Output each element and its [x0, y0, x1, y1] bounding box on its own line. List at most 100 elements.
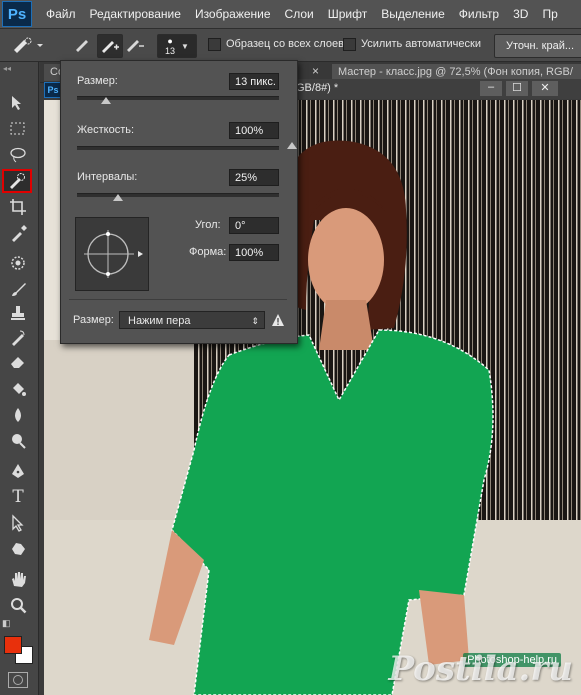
photoshop-logo: Ps [2, 1, 32, 27]
sample-all-layers-label: Образец со всех слоев [226, 38, 344, 50]
path-selection-icon [12, 514, 24, 532]
quick-mask-button[interactable] [8, 672, 28, 688]
pen-icon [12, 464, 24, 478]
history-brush-icon [12, 330, 25, 346]
menu-file[interactable]: Файл [46, 7, 76, 21]
marquee-tool[interactable] [4, 118, 32, 140]
menu-image[interactable]: Изображение [195, 7, 271, 21]
hardness-input[interactable]: 100% [229, 122, 279, 139]
hardness-slider-track[interactable] [77, 142, 297, 150]
brush-picker-panel: Размер: 13 пикс. Жесткость: 100% Интерва… [60, 60, 298, 344]
paint-bucket-tool[interactable] [4, 378, 32, 400]
brush-size-picker[interactable]: ● 13 ▼ [157, 34, 197, 58]
type-tool[interactable]: T [4, 486, 32, 508]
tool-preset-picker[interactable] [8, 34, 48, 56]
move-icon [12, 96, 21, 110]
brush-angle-dial[interactable] [75, 217, 149, 291]
hand-tool[interactable] [4, 568, 32, 590]
menu-filter[interactable]: Фильтр [459, 7, 499, 21]
spacing-slider-track[interactable] [77, 193, 279, 201]
shape-tool[interactable] [4, 538, 32, 560]
clone-stamp-tool[interactable] [4, 302, 32, 324]
paint-bucket-icon [13, 383, 26, 396]
menu-layers[interactable]: Слои [285, 7, 314, 21]
document-window-titlebar: GB/8#) * – ☐ ✕ [290, 79, 581, 99]
menu-select[interactable]: Выделение [381, 7, 445, 21]
hardness-label: Жесткость: [77, 124, 135, 136]
eraser-icon [11, 357, 24, 368]
size-label: Размер: [77, 75, 118, 87]
auto-enhance-checkbox[interactable] [343, 38, 356, 51]
type-icon: T [12, 487, 24, 507]
roundness-label: Форма: [189, 246, 227, 258]
zoom-icon [11, 598, 27, 614]
eyedropper-tool[interactable] [4, 222, 32, 244]
pen-pressure-select[interactable]: Нажим пера ⇕ [119, 311, 265, 329]
menu-edit[interactable]: Редактирование [90, 7, 181, 21]
chevron-down-icon: ▼ [181, 41, 189, 51]
close-window-button[interactable]: ✕ [532, 81, 558, 96]
menu-bar: Ps Файл Редактирование Изображение Слои … [0, 0, 581, 29]
spacing-label: Интервалы: [77, 171, 138, 183]
foreground-color-swatch[interactable] [4, 636, 22, 654]
hardness-slider-thumb[interactable] [287, 142, 297, 149]
quick-selection-tool[interactable] [2, 169, 32, 193]
panel-divider [69, 299, 287, 300]
history-brush-tool[interactable] [4, 326, 32, 348]
maximize-button[interactable]: ☐ [506, 81, 528, 96]
brush-size-preview: ● 13 [165, 36, 175, 56]
watermark-postila: Postila.ru [388, 649, 573, 689]
move-tool[interactable] [4, 92, 32, 114]
roundness-input[interactable]: 100% [229, 244, 279, 261]
spacing-input[interactable]: 25% [229, 169, 279, 186]
lasso-tool[interactable] [4, 144, 32, 166]
size-slider-track[interactable] [77, 96, 279, 104]
quick-selection-icon [10, 173, 25, 189]
brush-subtract-icon [127, 40, 144, 52]
brush-size-number: 13 [165, 46, 176, 56]
blur-drop-icon [15, 408, 21, 422]
warning-icon [272, 314, 284, 326]
size-slider-thumb[interactable] [101, 97, 111, 104]
spot-healing-tool[interactable] [4, 252, 32, 274]
pen-tool[interactable] [4, 460, 32, 482]
angle-input[interactable]: 0° [229, 217, 279, 234]
menu-type[interactable]: Шрифт [328, 7, 367, 21]
refine-edge-button[interactable]: Уточн. край... [494, 34, 581, 58]
crop-tool[interactable] [4, 196, 32, 218]
options-bar: ● 13 ▼ Образец со всех слоев Усилить авт… [0, 29, 581, 62]
spacing-slider-thumb[interactable] [113, 194, 123, 201]
eraser-tool[interactable] [4, 350, 32, 372]
size-input[interactable]: 13 пикс. [229, 73, 279, 90]
angle-label: Угол: [195, 219, 221, 231]
close-tab-icon[interactable]: × [312, 64, 319, 78]
blur-tool[interactable] [4, 404, 32, 426]
minimize-button[interactable]: – [480, 81, 502, 96]
menu-3d[interactable]: 3D [513, 7, 528, 21]
dodge-tool[interactable] [4, 430, 32, 452]
sample-all-layers-checkbox[interactable] [208, 38, 221, 51]
brush-dot-icon: ● [167, 36, 173, 46]
subtract-from-selection-mode-button[interactable] [123, 34, 147, 56]
menu-view-partial[interactable]: Пр [542, 7, 557, 21]
custom-shape-icon [12, 543, 25, 555]
collapse-arrows-icon[interactable]: ◂◂ [3, 64, 11, 73]
new-selection-mode-button[interactable] [72, 34, 96, 56]
zoom-tool[interactable] [4, 594, 32, 616]
lasso-icon [10, 147, 26, 163]
stamp-icon [11, 306, 25, 320]
pen-pressure-selected: Нажим пера [128, 315, 191, 327]
rect-marquee-icon [10, 122, 25, 135]
tools-panel: ◂◂ T ◧ [0, 62, 39, 695]
add-to-selection-mode-button[interactable] [97, 34, 123, 58]
healing-icon [11, 256, 25, 270]
eyedropper-icon [12, 225, 27, 242]
pen-pressure-size-label: Размер: [73, 314, 114, 326]
path-selection-tool[interactable] [4, 512, 32, 534]
brush-tool[interactable] [4, 278, 32, 300]
auto-enhance-label: Усилить автоматически [361, 38, 481, 50]
default-colors-icon[interactable]: ◧ [2, 618, 11, 629]
dodge-icon [12, 434, 26, 449]
hand-icon [12, 572, 26, 587]
window-title-fragment: GB/8#) * [296, 82, 339, 94]
